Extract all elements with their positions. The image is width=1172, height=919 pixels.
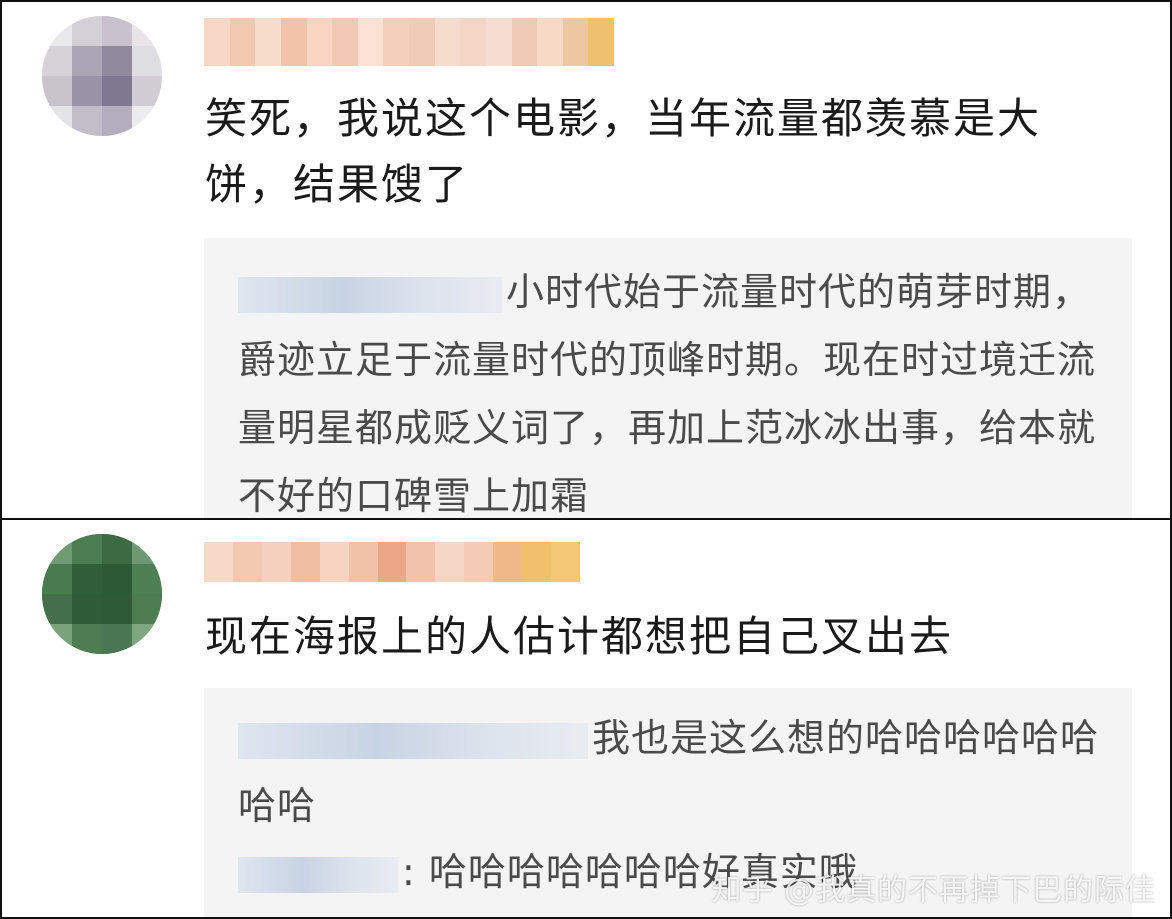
reply-item[interactable]: 小时代始于流量时代的萌芽时期，爵迹立足于流量时代的顶峰时期。现在时过境迁流量明星… [238, 258, 1102, 518]
reply-username-mosaic[interactable] [238, 722, 588, 759]
avatar-mosaic [42, 16, 162, 136]
comment-card: 现在海报上的人估计都想把自己叉出去 我也是这么想的哈哈哈哈哈哈哈哈 : 哈哈哈哈… [0, 518, 1172, 919]
watermark: 知乎 @我真的不再掉下巴的际佳 [711, 873, 1156, 908]
reply-item[interactable]: 我也是这么想的哈哈哈哈哈哈哈哈 [238, 704, 1102, 840]
comment-text: 现在海报上的人估计都想把自己叉出去 [205, 612, 954, 661]
reply-username-mosaic[interactable] [238, 856, 398, 893]
username-mosaic[interactable] [204, 18, 614, 66]
avatar[interactable] [42, 534, 162, 654]
reply-box: 小时代始于流量时代的萌芽时期，爵迹立足于流量时代的顶峰时期。现在时过境迁流量明星… [204, 238, 1132, 518]
reply-username-mosaic[interactable] [238, 276, 502, 313]
username-mosaic[interactable] [204, 542, 580, 582]
avatar[interactable] [42, 16, 162, 136]
comment-text: 笑死，我说这个电影，当年流量都羡慕是大饼，结果馊了 [205, 94, 1042, 209]
comment-card: 笑死，我说这个电影，当年流量都羡慕是大饼，结果馊了 小时代始于流量时代的萌芽时期… [0, 0, 1172, 520]
avatar-mosaic [42, 534, 162, 654]
